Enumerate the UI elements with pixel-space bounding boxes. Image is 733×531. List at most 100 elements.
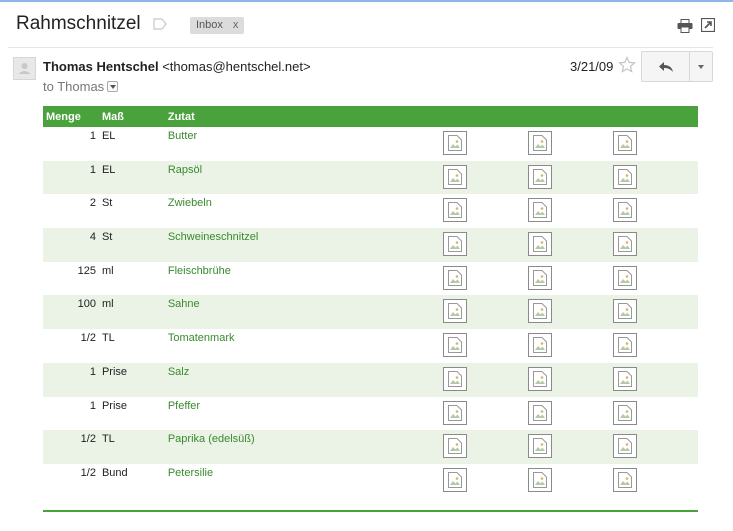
row-unit: ml xyxy=(101,298,114,311)
row-unit: ml xyxy=(101,264,114,277)
broken-image-icon xyxy=(443,467,468,492)
table-row: 1 EL Butter xyxy=(43,127,698,161)
table-row: 4 St Schweineschnitzel xyxy=(43,228,698,262)
row-quantity: 4 xyxy=(89,231,96,244)
column-header-ingredient: Zutat xyxy=(167,110,195,123)
row-ingredient: Pfeffer xyxy=(167,399,201,412)
table-row: 1 Prise Pfeffer xyxy=(43,397,698,431)
row-unit: EL xyxy=(101,163,116,176)
top-border xyxy=(0,0,733,2)
broken-image-icon xyxy=(613,265,638,290)
label-icon[interactable] xyxy=(153,18,167,30)
reply-icon xyxy=(658,61,673,72)
row-quantity: 1/2 xyxy=(80,433,96,446)
new-window-icon[interactable] xyxy=(701,18,715,32)
table-row: 1/2 TL Tomatenmark xyxy=(43,329,698,363)
row-unit: EL xyxy=(101,130,116,142)
row-ingredient: Rapsöl xyxy=(167,163,203,176)
star-icon[interactable] xyxy=(618,56,636,74)
table-header-row: Menge Maß Zutat xyxy=(43,106,698,127)
row-ingredient: Petersilie xyxy=(167,466,214,479)
table-row: 1 Prise Salz xyxy=(43,362,698,397)
broken-image-icon xyxy=(528,232,553,257)
broken-image-icon xyxy=(528,265,553,290)
broken-image-icon xyxy=(528,434,553,459)
table-row: 1/2 TL Paprika (edelsüß) xyxy=(43,430,698,464)
details-dropdown-icon[interactable] xyxy=(107,81,119,92)
broken-image-icon xyxy=(613,164,638,189)
header-divider xyxy=(8,47,713,48)
broken-image-icon xyxy=(443,232,468,257)
more-actions-button[interactable] xyxy=(690,52,712,81)
broken-image-icon xyxy=(613,467,638,492)
broken-image-icon xyxy=(613,232,638,257)
broken-image-icon xyxy=(528,164,553,189)
row-ingredient: Butter xyxy=(167,130,198,142)
row-unit: Bund xyxy=(101,466,128,479)
row-unit: St xyxy=(101,197,113,210)
broken-image-icon xyxy=(443,164,468,189)
broken-image-icon xyxy=(528,400,553,425)
email-date: 3/21/09 xyxy=(570,59,614,74)
table-row: 1/2 Bund Petersilie xyxy=(43,464,698,498)
broken-image-icon xyxy=(613,400,638,425)
recipient-line: to Thomas xyxy=(43,79,119,94)
broken-image-icon xyxy=(443,400,468,425)
broken-image-icon xyxy=(443,198,468,223)
row-ingredient: Schweineschnitzel xyxy=(167,231,259,244)
broken-image-icon xyxy=(443,434,468,459)
avatar[interactable] xyxy=(13,57,36,80)
email-subject: Rahmschnitzel xyxy=(16,13,141,34)
row-ingredient: Paprika (edelsüß) xyxy=(167,433,255,446)
recipe-table-body: 1 EL Butter 1 EL Rapsöl 2 St Zwiebeln 4 … xyxy=(43,127,698,498)
row-quantity: 100 xyxy=(77,298,96,311)
row-quantity: 2 xyxy=(89,197,96,210)
table-row: 125 ml Fleischbrühe xyxy=(43,262,698,296)
table-bottom-border xyxy=(43,510,698,512)
broken-image-icon xyxy=(528,131,553,155)
broken-image-icon xyxy=(528,366,553,391)
sender-name[interactable]: Thomas Hentschel xyxy=(43,59,159,74)
row-ingredient: Sahne xyxy=(167,298,200,311)
recipient-text: to Thomas xyxy=(43,79,105,94)
row-unit: TL xyxy=(101,332,115,345)
broken-image-icon xyxy=(528,198,553,223)
broken-image-icon xyxy=(443,131,468,155)
reply-button[interactable] xyxy=(642,52,690,81)
table-row: 100 ml Sahne xyxy=(43,295,698,330)
row-quantity: 1 xyxy=(89,399,96,412)
table-row: 1 EL Rapsöl xyxy=(43,160,698,195)
row-quantity: 1/2 xyxy=(80,332,96,345)
recipe-table: Menge Maß Zutat 1 EL Butter 1 EL Rapsöl … xyxy=(43,106,698,498)
broken-image-icon xyxy=(613,434,638,459)
row-ingredient: Fleischbrühe xyxy=(167,264,231,277)
row-quantity: 1 xyxy=(89,163,96,176)
row-quantity: 125 xyxy=(77,264,96,277)
remove-label-button[interactable]: x xyxy=(233,19,239,31)
table-row: 2 St Zwiebeln xyxy=(43,194,698,228)
sender-email: <thomas@hentschel.net> xyxy=(162,59,311,74)
broken-image-icon xyxy=(613,198,638,223)
reply-button-group xyxy=(641,51,713,82)
broken-image-icon xyxy=(443,333,468,358)
broken-image-icon xyxy=(443,265,468,290)
column-header-quantity: Menge xyxy=(46,110,81,123)
broken-image-icon xyxy=(443,299,468,324)
row-unit: St xyxy=(101,231,113,244)
row-ingredient: Zwiebeln xyxy=(167,197,212,210)
broken-image-icon xyxy=(613,366,638,391)
person-icon xyxy=(18,63,31,74)
row-unit: TL xyxy=(101,433,115,446)
inbox-label-text: Inbox xyxy=(196,19,223,31)
row-quantity: 1 xyxy=(89,365,96,378)
print-icon[interactable] xyxy=(677,19,693,33)
row-ingredient: Salz xyxy=(167,365,190,378)
row-unit: Prise xyxy=(101,365,127,378)
row-quantity: 1/2 xyxy=(80,466,96,479)
broken-image-icon xyxy=(613,333,638,358)
broken-image-icon xyxy=(528,467,553,492)
broken-image-icon xyxy=(528,333,553,358)
broken-image-icon xyxy=(613,299,638,324)
broken-image-icon xyxy=(443,366,468,391)
column-header-unit: Maß xyxy=(101,110,124,123)
